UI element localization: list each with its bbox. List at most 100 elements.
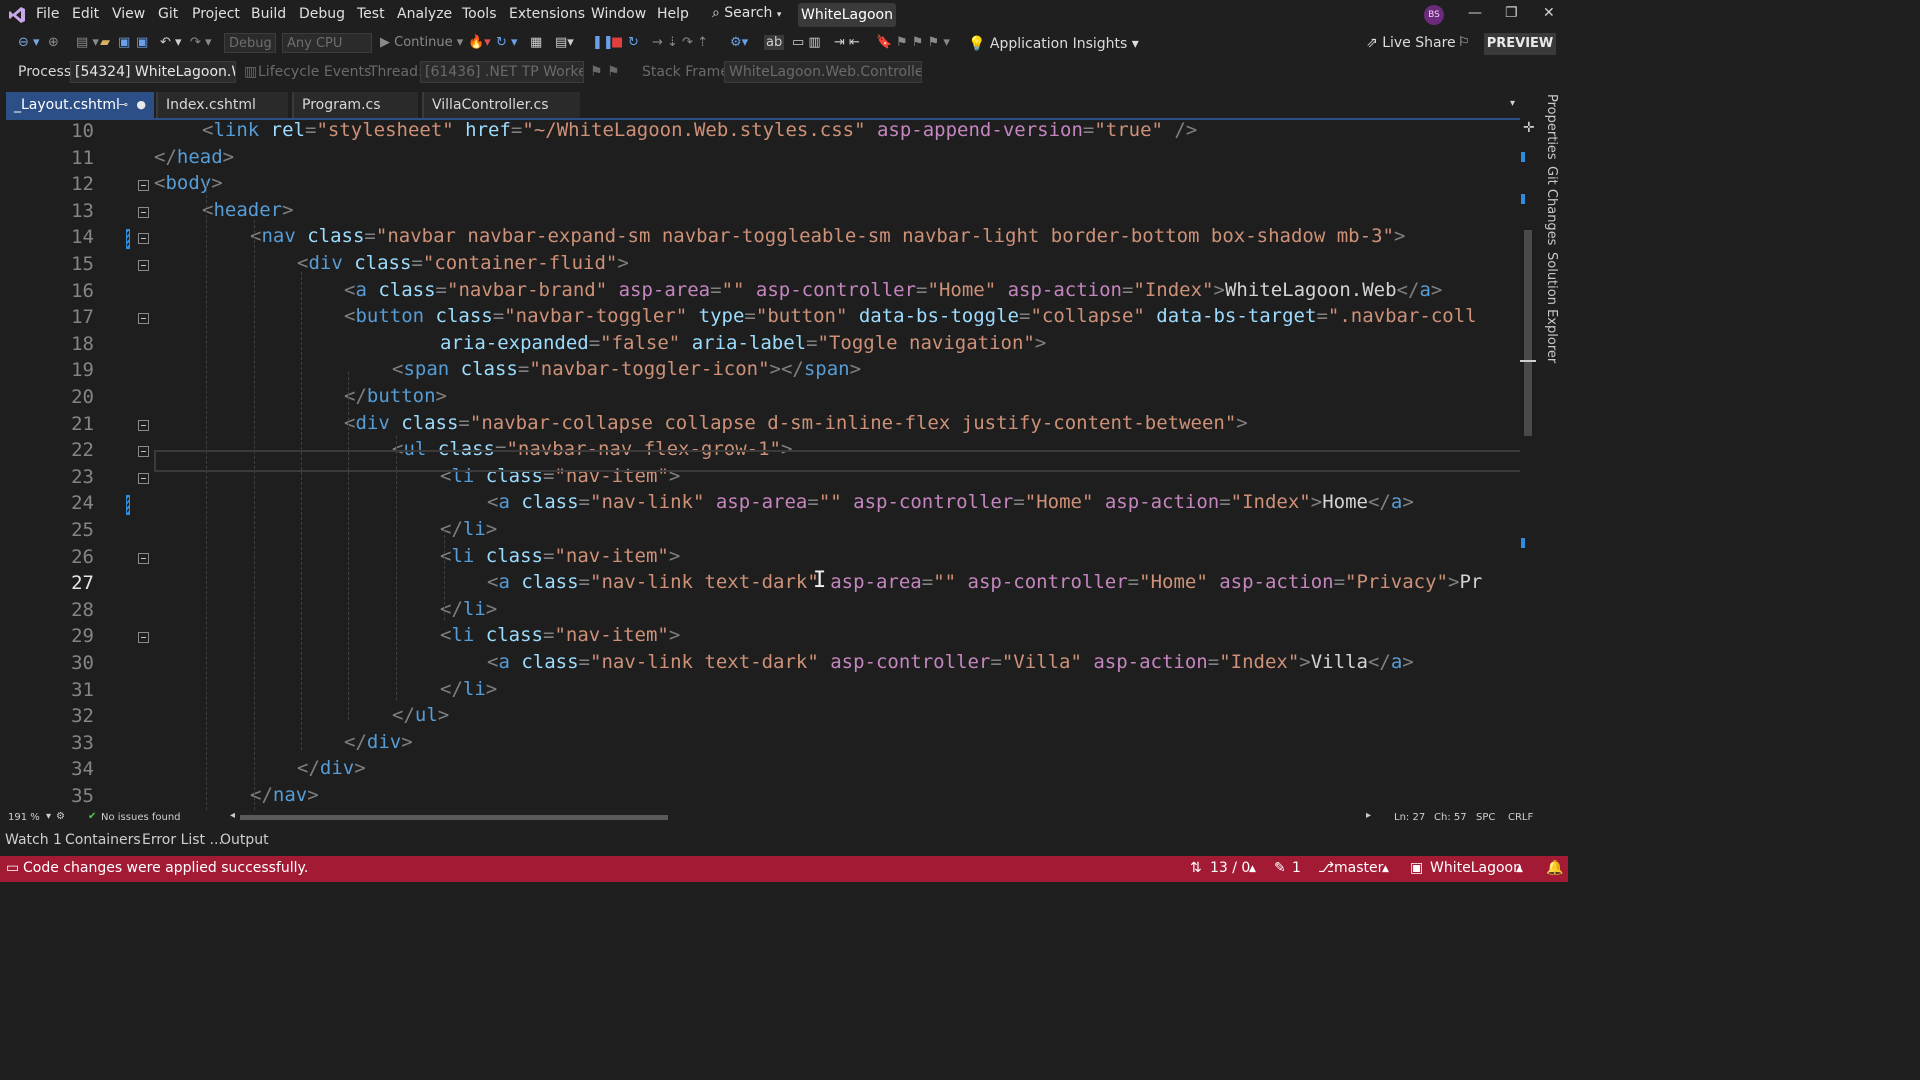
- close-tab-icon[interactable]: ●: [136, 92, 146, 118]
- new-item-icon[interactable]: ▤ ▾: [76, 35, 99, 50]
- health-icon[interactable]: ⚙: [56, 811, 65, 822]
- menu-tools[interactable]: Tools: [462, 6, 497, 22]
- visual-studio-logo-icon[interactable]: [8, 6, 26, 24]
- platform-select[interactable]: Any CPU: [282, 33, 372, 53]
- menu-git[interactable]: Git: [158, 6, 178, 22]
- solution-explorer-tab[interactable]: Solution Explorer: [1544, 252, 1559, 363]
- bookmark-nav-icons[interactable]: ⚑ ⚑ ⚑ ▾: [896, 35, 950, 50]
- preview-badge[interactable]: PREVIEW: [1484, 33, 1556, 55]
- menu-analyze[interactable]: Analyze: [397, 6, 452, 22]
- scroll-left-icon[interactable]: ◂: [230, 810, 235, 821]
- menu-debug[interactable]: Debug: [299, 6, 345, 22]
- code-line[interactable]: <div class="container-fluid">: [297, 252, 629, 274]
- git-changes-tab[interactable]: Git Changes: [1544, 166, 1559, 245]
- column-indicator[interactable]: Ch: 57: [1434, 812, 1467, 823]
- chevron-up-icon[interactable]: ▲: [1382, 864, 1389, 874]
- code-line[interactable]: <li class="nav-item">: [440, 624, 680, 646]
- hot-reload-icon[interactable]: 🔥▾: [468, 35, 491, 50]
- flag-icon[interactable]: ⚑ ⚑: [590, 64, 620, 80]
- code-line[interactable]: <body>: [154, 172, 223, 194]
- collapse-icon[interactable]: [138, 313, 149, 325]
- collapse-icon[interactable]: [138, 632, 149, 644]
- thread-select[interactable]: [61436] .NET TP Worker: [420, 61, 584, 83]
- code-line[interactable]: <a class="nav-link text-dark" asp-area="…: [487, 571, 1482, 593]
- split-icon[interactable]: ✛: [1523, 120, 1535, 136]
- vertical-scroll-thumb[interactable]: [1524, 230, 1532, 436]
- pencil-icon[interactable]: ✎: [1274, 860, 1286, 876]
- bookmark-icon[interactable]: 🔖: [876, 35, 892, 50]
- format-icon[interactable]: ab: [764, 35, 785, 50]
- comment-icon[interactable]: ▭ ▥: [792, 35, 821, 50]
- eol-indicator[interactable]: CRLF: [1508, 812, 1533, 823]
- tab-error-list[interactable]: Error List ...: [142, 832, 223, 848]
- tab-watch-1[interactable]: Watch 1: [5, 832, 62, 848]
- menu-build[interactable]: Build: [251, 6, 286, 22]
- stack-frame-select[interactable]: WhiteLagoon.Web.Controller: [724, 61, 922, 83]
- branch-name[interactable]: master: [1334, 860, 1383, 876]
- menu-test[interactable]: Test: [357, 6, 385, 22]
- zoom-chevron-icon[interactable]: ▾: [46, 811, 51, 822]
- line-indicator[interactable]: Ln: 27: [1394, 812, 1425, 823]
- menu-view[interactable]: View: [112, 6, 145, 22]
- collapse-icon[interactable]: [138, 419, 149, 431]
- restart-icon[interactable]: ↻: [628, 35, 639, 50]
- issues-label[interactable]: No issues found: [101, 812, 181, 823]
- code-line[interactable]: </head>: [154, 146, 234, 168]
- open-icon[interactable]: ▰: [100, 35, 110, 50]
- restore-icon[interactable]: ❐: [1505, 5, 1518, 21]
- save-icon[interactable]: ▣: [118, 35, 130, 50]
- properties-tab[interactable]: Properties: [1544, 94, 1559, 160]
- code-line[interactable]: </li>: [440, 518, 497, 540]
- menu-file[interactable]: File: [36, 6, 59, 22]
- refresh-icon[interactable]: ↻ ▾: [496, 35, 518, 50]
- feedback-icon[interactable]: ⚐: [1458, 35, 1470, 50]
- save-all-icon[interactable]: ▣: [136, 35, 148, 50]
- process-select[interactable]: [54324] WhiteLagoon.W: [70, 61, 236, 83]
- indent-icon[interactable]: ⇥ ⇤: [834, 35, 860, 50]
- code-line[interactable]: </li>: [440, 598, 497, 620]
- menu-extensions[interactable]: Extensions: [509, 6, 585, 22]
- sync-count[interactable]: 13 / 0: [1210, 860, 1250, 876]
- lifecycle-events-button[interactable]: Lifecycle Events: [258, 64, 371, 80]
- minimize-icon[interactable]: —: [1468, 5, 1482, 21]
- collapse-icon[interactable]: [138, 260, 149, 271]
- code-line[interactable]: <a class="nav-link" asp-area="" asp-cont…: [487, 491, 1414, 513]
- search-box[interactable]: ⌕ Search ▾: [712, 5, 781, 21]
- step-icons[interactable]: → ⇣ ↷ ⇡: [652, 35, 708, 50]
- forward-icon[interactable]: ⊕: [48, 35, 59, 50]
- repo-name[interactable]: WhiteLagoon: [1430, 860, 1522, 876]
- code-line[interactable]: </ul>: [392, 704, 449, 726]
- code-line[interactable]: </div>: [297, 757, 366, 779]
- live-share-button[interactable]: ⇗ Live Share: [1366, 35, 1456, 51]
- pin-icon[interactable]: ⊸: [119, 92, 128, 118]
- redo-icon[interactable]: ↷ ▾: [190, 35, 212, 50]
- tab-output[interactable]: Output: [220, 832, 269, 848]
- collapse-icon[interactable]: [138, 233, 149, 245]
- code-line[interactable]: </nav>: [250, 784, 319, 806]
- collapse-icon[interactable]: [138, 552, 149, 564]
- avatar[interactable]: BS: [1424, 5, 1444, 25]
- undo-icon[interactable]: ↶ ▾: [160, 35, 182, 50]
- chevron-up-icon[interactable]: ▲: [1249, 864, 1256, 874]
- tab-index-cshtml[interactable]: Index.cshtml: [156, 92, 288, 118]
- code-line[interactable]: <button class="navbar-toggler" type="but…: [344, 305, 1477, 327]
- application-insights-button[interactable]: 💡 Application Insights ▾: [968, 36, 1139, 52]
- code-line[interactable]: <link rel="stylesheet" href="~/WhiteLago…: [202, 120, 1197, 141]
- collapse-icon[interactable]: [138, 446, 149, 458]
- code-line[interactable]: <span class="navbar-toggler-icon"></span…: [392, 358, 861, 380]
- close-icon[interactable]: ✕: [1543, 5, 1555, 21]
- code-line[interactable]: <div class="navbar-collapse collapse d-s…: [344, 412, 1248, 434]
- code-line[interactable]: <a class="nav-link text-dark" asp-contro…: [487, 651, 1414, 673]
- bell-icon[interactable]: 🔔: [1546, 860, 1563, 876]
- continue-button[interactable]: ▶ Continue ▾: [380, 35, 463, 50]
- diagnostics-icon[interactable]: ⚙▾: [730, 35, 748, 50]
- code-line[interactable]: </div>: [344, 731, 413, 753]
- zoom-level[interactable]: 191 %: [8, 812, 40, 823]
- code-line[interactable]: <header>: [202, 199, 294, 221]
- menu-window[interactable]: Window: [591, 6, 646, 22]
- sync-icon[interactable]: ⇅: [1190, 860, 1202, 876]
- code-line[interactable]: <nav class="navbar navbar-expand-sm navb…: [250, 225, 1405, 247]
- stop-icon[interactable]: ■: [611, 35, 623, 50]
- pending-changes[interactable]: 1: [1292, 860, 1301, 876]
- repo-icon[interactable]: ▣: [1410, 860, 1423, 876]
